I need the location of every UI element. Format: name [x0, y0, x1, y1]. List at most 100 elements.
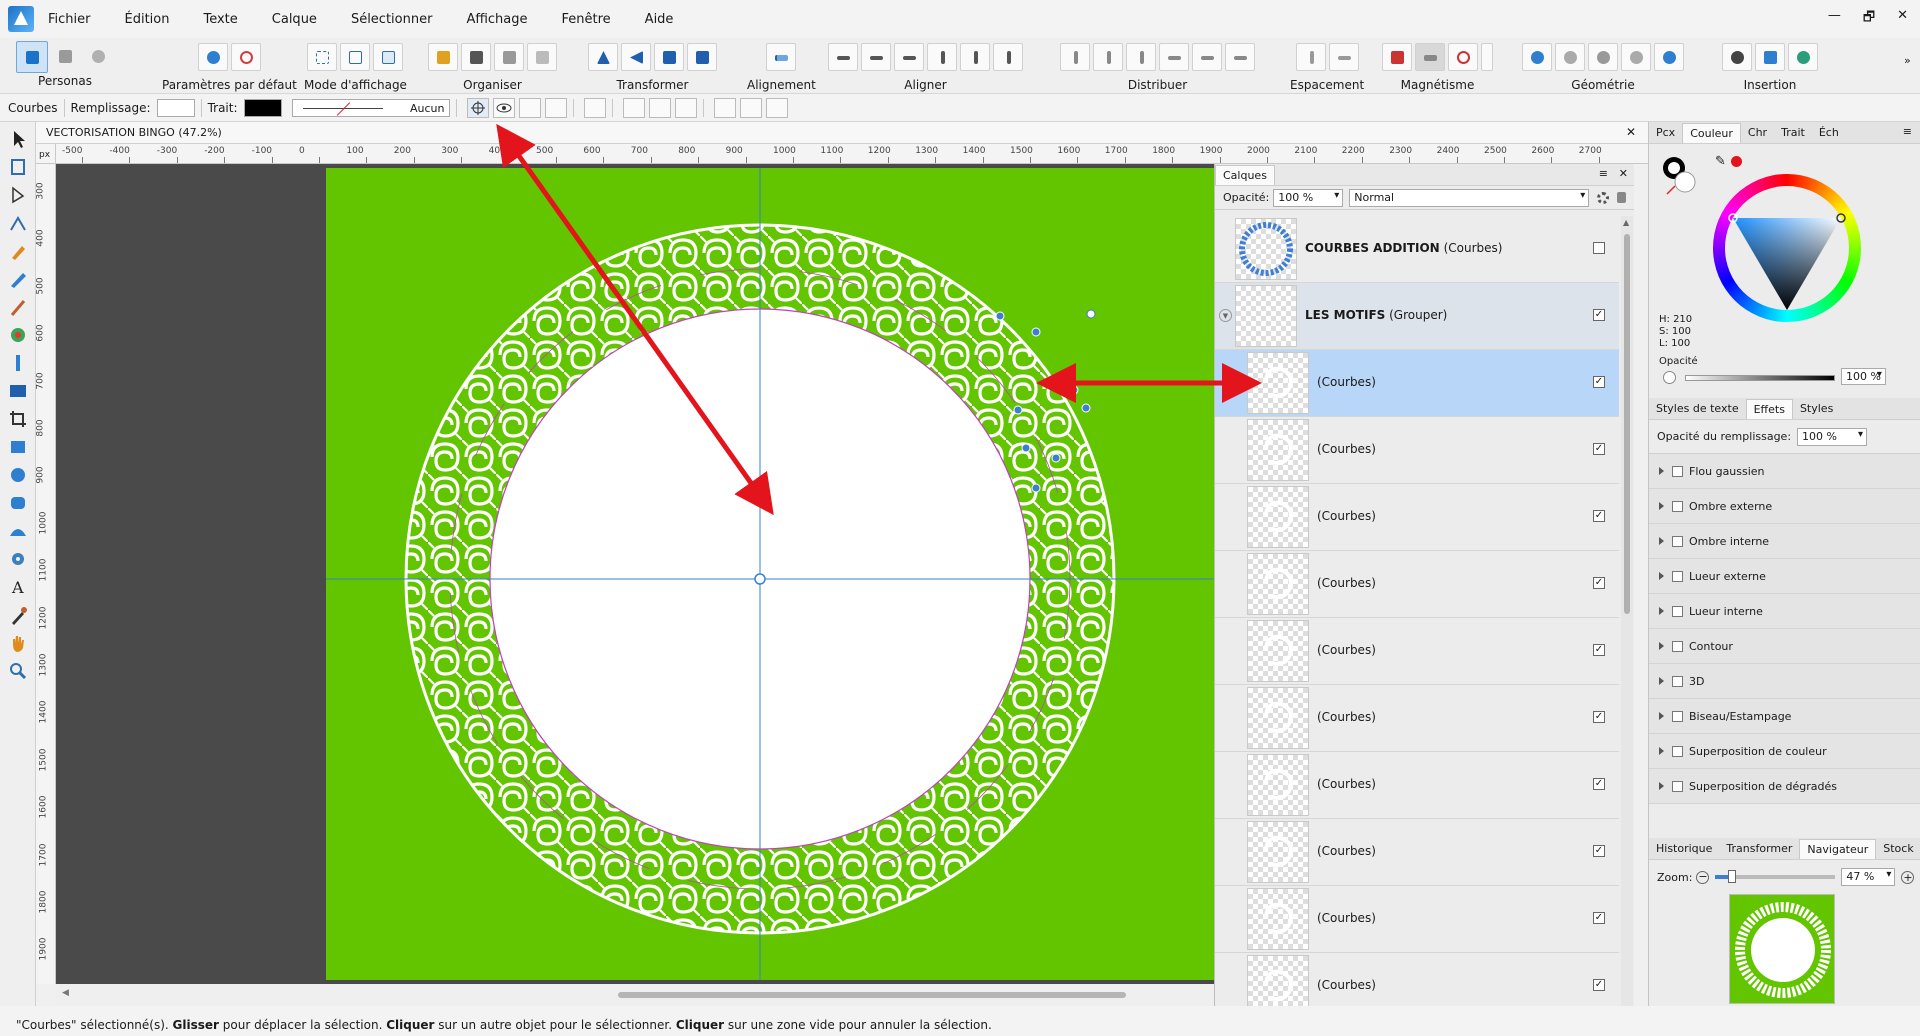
snapping-magnet-icon[interactable] — [1448, 43, 1478, 71]
tab-effets[interactable]: Effets — [1745, 398, 1793, 419]
menu-edition[interactable]: Édition — [125, 12, 170, 27]
eyedropper-icon[interactable]: ✎ — [1715, 154, 1726, 169]
ctx-align-middle-icon[interactable] — [739, 97, 762, 118]
tab-calques[interactable]: Calques — [1215, 164, 1275, 185]
layer-visibility-checkbox[interactable]: ✓ — [1593, 845, 1605, 857]
layer-lock-icon[interactable] — [1617, 192, 1627, 203]
saturation-triangle[interactable] — [1713, 174, 1861, 322]
layers-scrollbar[interactable]: ▲ — [1621, 216, 1633, 1006]
layer-visibility-checkbox[interactable]: ✓ — [1593, 309, 1605, 321]
layer-visibility-checkbox[interactable]: ✓ — [1593, 711, 1605, 723]
geometry-subtract-icon[interactable] — [1555, 43, 1585, 71]
fill-swatch[interactable] — [156, 98, 195, 117]
shapes-tool-icon[interactable] — [7, 520, 29, 542]
view-mode-1-icon[interactable] — [307, 43, 338, 71]
layer-row[interactable]: (Courbes) ✓ — [1215, 618, 1619, 685]
distribute-bottom-icon[interactable] — [1225, 43, 1255, 71]
insert-inside-icon[interactable] — [1788, 43, 1818, 71]
effect-row[interactable]: Biseau/Estampage — [1649, 699, 1920, 734]
align-bottom-icon[interactable] — [993, 43, 1023, 71]
move-tool-icon[interactable] — [7, 128, 29, 150]
effect-checkbox[interactable] — [1672, 780, 1683, 792]
tab-historique[interactable]: Historique — [1649, 839, 1719, 858]
effect-row[interactable]: Lueur externe — [1649, 559, 1920, 594]
ctx-align-left-icon[interactable] — [622, 97, 645, 118]
effect-row[interactable]: 3D — [1649, 664, 1920, 699]
show-selection-box-icon[interactable] — [492, 97, 515, 118]
expand-effect-icon[interactable] — [1659, 537, 1664, 545]
tab-styles[interactable]: Styles — [1793, 399, 1840, 418]
revert-defaults-icon[interactable] — [230, 43, 261, 71]
geometry-xor-icon[interactable] — [1621, 43, 1651, 71]
effect-row[interactable]: Ombre interne — [1649, 524, 1920, 559]
layer-row[interactable]: (Courbes) ✓ — [1215, 886, 1619, 953]
pixel-persona-button[interactable] — [51, 43, 81, 71]
distribute-left-icon[interactable] — [1060, 43, 1090, 71]
close-document-icon[interactable]: ✕ — [1626, 125, 1636, 139]
rectangle-tool-icon[interactable] — [7, 436, 29, 458]
layer-visibility-checkbox[interactable]: ✓ — [1593, 443, 1605, 455]
fill-stroke-swatches[interactable] — [1661, 154, 1701, 198]
layer-visibility-checkbox[interactable]: ✓ — [1593, 376, 1605, 388]
layers-scroll-thumb[interactable] — [1624, 234, 1630, 614]
layer-opacity-select[interactable]: 100 % — [1273, 188, 1344, 207]
layer-settings-gear-icon[interactable] — [1597, 191, 1610, 204]
designer-persona-button[interactable] — [16, 41, 48, 73]
sync-defaults-icon[interactable] — [197, 43, 228, 71]
layer-row[interactable]: (Courbes) ✓ — [1215, 417, 1619, 484]
view-mode-2-icon[interactable] — [340, 43, 371, 71]
insert-behind-icon[interactable] — [1722, 43, 1752, 71]
node-tool-icon[interactable] — [7, 184, 29, 206]
layer-visibility-checkbox[interactable]: ✓ — [1593, 577, 1605, 589]
distribute-center-icon[interactable] — [1093, 43, 1123, 71]
effect-row[interactable]: Ombre externe — [1649, 489, 1920, 524]
transform-origin-handle[interactable] — [754, 573, 766, 585]
expand-effect-icon[interactable] — [1659, 467, 1664, 475]
layer-row[interactable]: (Courbes) ✓ — [1215, 953, 1619, 1006]
canvas-pasteboard[interactable] — [56, 164, 1214, 984]
color-opacity-value[interactable]: 100 % — [1841, 368, 1886, 385]
snapping-toggle-icon[interactable] — [1415, 43, 1445, 71]
layer-visibility-checkbox[interactable]: ✓ — [1593, 912, 1605, 924]
menu-calque[interactable]: Calque — [272, 12, 317, 27]
layer-visibility-checkbox[interactable]: ✓ — [1593, 778, 1605, 790]
layers-scroll-up-icon[interactable]: ▲ — [1623, 218, 1629, 227]
menu-aide[interactable]: Aide — [645, 12, 674, 27]
layer-visibility-checkbox[interactable]: ✓ — [1593, 979, 1605, 991]
color-panel-menu-icon[interactable]: ≡ — [1903, 125, 1912, 138]
navigator-preview[interactable] — [1729, 894, 1835, 1004]
layer-row[interactable]: (Courbes) ✓ — [1215, 685, 1619, 752]
tab-styles-texte[interactable]: Styles de texte — [1649, 399, 1746, 418]
expand-effect-icon[interactable] — [1659, 712, 1664, 720]
tab-navigateur[interactable]: Navigateur — [1799, 838, 1877, 859]
align-middle-icon[interactable] — [960, 43, 990, 71]
blend-mode-select[interactable]: Normal — [1349, 188, 1590, 207]
transform-origin-icon[interactable] — [466, 97, 489, 118]
effect-row[interactable]: Superposition de couleur — [1649, 734, 1920, 769]
menu-texte[interactable]: Texte — [203, 12, 237, 27]
fill-tool-icon[interactable] — [7, 324, 29, 346]
expand-group-icon[interactable]: ▼ — [1219, 309, 1232, 322]
zoom-slider[interactable] — [1715, 870, 1836, 883]
ctx-align-center-icon[interactable] — [648, 97, 671, 118]
tab-ech[interactable]: Éch — [1812, 123, 1846, 142]
layers-panel-menu-icon[interactable]: ≡ — [1599, 167, 1608, 180]
alignment-icon[interactable] — [766, 43, 797, 71]
close-window-button[interactable]: ✕ — [1897, 8, 1908, 30]
stroke-swatch[interactable] — [243, 98, 282, 117]
expand-effect-icon[interactable] — [1659, 677, 1664, 685]
effect-checkbox[interactable] — [1672, 675, 1683, 687]
layer-row-les-motifs[interactable]: ▼ LES MOTIFS (Grouper) ✓ — [1215, 283, 1619, 350]
layer-visibility-checkbox[interactable]: ✓ — [1593, 644, 1605, 656]
menu-fenetre[interactable]: Fenêtre — [562, 12, 611, 27]
rotate-right-icon[interactable] — [687, 43, 717, 71]
document-tab[interactable]: VECTORISATION BINGO (47.2%) ✕ — [36, 122, 1648, 144]
tab-stock[interactable]: Stock — [1876, 839, 1920, 858]
bounding-box-icon[interactable] — [544, 97, 567, 118]
effect-row[interactable]: Contour — [1649, 629, 1920, 664]
scroll-left-icon[interactable]: ◀ — [62, 988, 69, 998]
place-image-tool-icon[interactable] — [7, 380, 29, 402]
export-persona-button[interactable] — [84, 43, 114, 71]
align-right-icon[interactable] — [894, 43, 924, 71]
geometry-add-icon[interactable] — [1522, 43, 1552, 71]
